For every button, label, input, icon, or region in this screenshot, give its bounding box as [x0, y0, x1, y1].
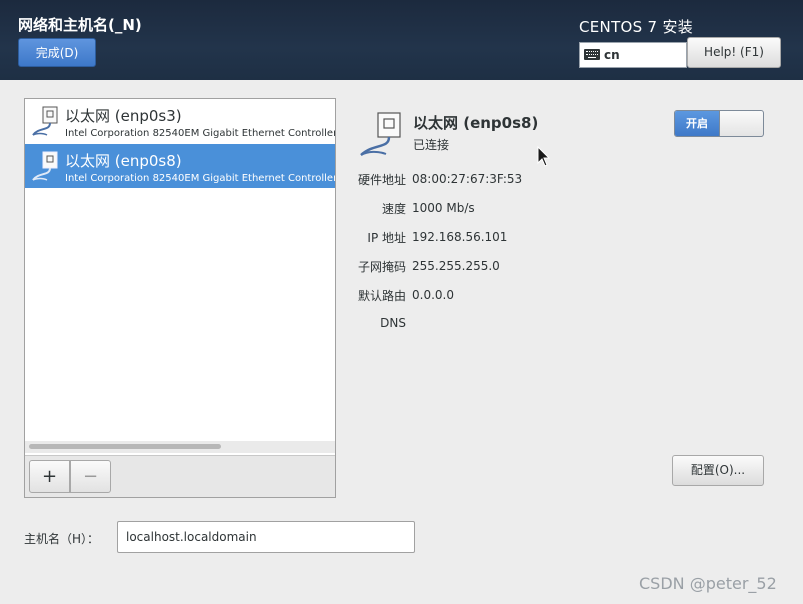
page-title: 网络和主机名(_N) — [18, 16, 142, 34]
device-name: 以太网 (enp0s3) — [65, 107, 182, 125]
subnet-mask-value: 255.255.255.0 — [412, 259, 500, 273]
device-description: Intel Corporation 82540EM Gigabit Ethern… — [65, 173, 335, 184]
hardware-address-label: 硬件地址 — [357, 173, 406, 187]
toggle-on-label: 开启 — [675, 111, 719, 136]
ip-address-value: 192.168.56.101 — [412, 230, 508, 244]
detail-device-name: 以太网 (enp0s8) — [413, 114, 539, 132]
scrollbar-thumb[interactable] — [29, 444, 221, 449]
keyboard-icon — [584, 49, 600, 60]
watermark-text: CSDN @peter_52 — [639, 574, 777, 593]
header-bar: 网络和主机名(_N) 完成(D) CENTOS 7 安装 cn Help! (F… — [0, 0, 803, 80]
device-row-enp0s8[interactable]: 以太网 (enp0s8) Intel Corporation 82540EM G… — [25, 144, 335, 188]
hostname-label: 主机名（H）： — [24, 532, 100, 546]
ip-address-label: IP 地址 — [367, 231, 406, 245]
dns-label: DNS — [380, 316, 406, 330]
ethernet-icon — [32, 151, 58, 181]
connection-status: 已连接 — [413, 138, 450, 152]
toggle-knob — [719, 111, 763, 136]
device-toggle-switch[interactable]: 开启 — [674, 110, 764, 137]
keyboard-layout-label: cn — [604, 48, 620, 62]
keyboard-layout-indicator[interactable]: cn — [579, 42, 687, 68]
device-name: 以太网 (enp0s8) — [65, 152, 182, 170]
done-button[interactable]: 完成(D) — [18, 38, 96, 67]
speed-value: 1000 Mb/s — [412, 201, 475, 215]
default-route-value: 0.0.0.0 — [412, 288, 454, 302]
device-row-enp0s3[interactable]: 以太网 (enp0s3) Intel Corporation 82540EM G… — [25, 99, 335, 143]
help-button[interactable]: Help! (F1) — [687, 37, 781, 68]
default-route-label: 默认路由 — [357, 289, 406, 303]
ethernet-icon — [360, 112, 401, 156]
speed-label: 速度 — [381, 202, 406, 216]
network-device-list: 以太网 (enp0s3) Intel Corporation 82540EM G… — [24, 98, 336, 498]
add-device-button[interactable]: + — [29, 460, 70, 493]
product-title: CENTOS 7 安装 — [579, 18, 694, 36]
hardware-address-value: 08:00:27:67:3F:53 — [412, 172, 523, 186]
hostname-input[interactable] — [117, 521, 415, 553]
device-description: Intel Corporation 82540EM Gigabit Ethern… — [65, 128, 335, 139]
horizontal-scrollbar[interactable] — [25, 441, 335, 453]
device-list-toolbar: + − — [25, 455, 335, 497]
mouse-pointer-icon — [537, 146, 551, 167]
ethernet-icon — [32, 106, 58, 136]
subnet-mask-label: 子网掩码 — [357, 260, 406, 274]
configure-button[interactable]: 配置(O)... — [672, 455, 764, 486]
remove-device-button[interactable]: − — [70, 460, 111, 493]
